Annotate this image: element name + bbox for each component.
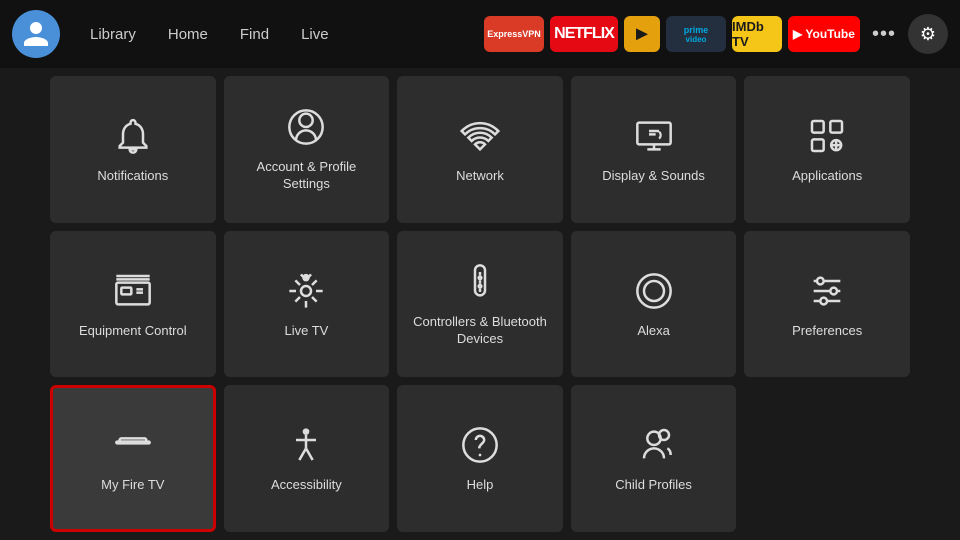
child-profiles-icon	[632, 423, 676, 467]
grid-item-child-profiles[interactable]: Child Profiles	[571, 385, 737, 532]
live-tv-label: Live TV	[284, 323, 328, 340]
live-tv-icon	[284, 269, 328, 313]
youtube-icon[interactable]: ▶ YouTube	[788, 16, 860, 52]
imdb-icon[interactable]: IMDb TV	[732, 16, 782, 52]
help-icon	[458, 423, 502, 467]
help-label: Help	[467, 477, 494, 494]
my-fire-tv-icon	[111, 423, 155, 467]
grid-item-network[interactable]: Network	[397, 76, 563, 223]
notifications-icon	[111, 114, 155, 158]
equipment-control-label: Equipment Control	[79, 323, 187, 340]
more-button[interactable]: •••	[866, 16, 902, 52]
controllers-bluetooth-icon	[458, 260, 502, 304]
controllers-bluetooth-label: Controllers & Bluetooth Devices	[407, 314, 553, 348]
nav-find[interactable]: Find	[226, 20, 283, 49]
grid-item-alexa[interactable]: Alexa	[571, 231, 737, 378]
grid-item-applications[interactable]: Applications	[744, 76, 910, 223]
grid-item-my-fire-tv[interactable]: My Fire TV	[50, 385, 216, 532]
avatar[interactable]	[12, 10, 60, 58]
preferences-icon	[805, 269, 849, 313]
grid-item-accessibility[interactable]: Accessibility	[224, 385, 390, 532]
nav-bar: Library Home Find Live ExpressVPN NETFLI…	[0, 0, 960, 68]
grid-item-preferences[interactable]: Preferences	[744, 231, 910, 378]
display-sounds-icon	[632, 114, 676, 158]
account-profile-icon	[284, 105, 328, 149]
applications-label: Applications	[792, 168, 862, 185]
accessibility-icon	[284, 423, 328, 467]
network-icon	[458, 114, 502, 158]
main-content: Notifications Account & Profile Settings…	[0, 68, 960, 540]
grid-item-controllers-bluetooth[interactable]: Controllers & Bluetooth Devices	[397, 231, 563, 378]
nav-links: Library Home Find Live	[76, 20, 343, 49]
preferences-label: Preferences	[792, 323, 862, 340]
grid-item-account-profile[interactable]: Account & Profile Settings	[224, 76, 390, 223]
display-sounds-label: Display & Sounds	[602, 168, 705, 185]
settings-grid: Notifications Account & Profile Settings…	[50, 76, 910, 532]
app-icons: ExpressVPN NETFLIX ► prime video IMDb TV…	[484, 14, 948, 54]
alexa-icon	[632, 269, 676, 313]
notifications-label: Notifications	[97, 168, 168, 185]
prime-video-icon[interactable]: prime video	[666, 16, 726, 52]
alexa-label: Alexa	[637, 323, 670, 340]
account-profile-label: Account & Profile Settings	[234, 159, 380, 193]
accessibility-label: Accessibility	[271, 477, 342, 494]
network-label: Network	[456, 168, 504, 185]
grid-item-live-tv[interactable]: Live TV	[224, 231, 390, 378]
plex-icon[interactable]: ►	[624, 16, 660, 52]
netflix-icon[interactable]: NETFLIX	[550, 16, 618, 52]
nav-live[interactable]: Live	[287, 20, 343, 49]
my-fire-tv-label: My Fire TV	[101, 477, 164, 494]
nav-home[interactable]: Home	[154, 20, 222, 49]
grid-item-equipment-control[interactable]: Equipment Control	[50, 231, 216, 378]
grid-item-display-sounds[interactable]: Display & Sounds	[571, 76, 737, 223]
grid-item-help[interactable]: Help	[397, 385, 563, 532]
nav-library[interactable]: Library	[76, 20, 150, 49]
grid-item-notifications[interactable]: Notifications	[50, 76, 216, 223]
settings-button[interactable]: ⚙	[908, 14, 948, 54]
grid-item-empty	[744, 385, 910, 532]
expressvpn-icon[interactable]: ExpressVPN	[484, 16, 544, 52]
equipment-control-icon	[111, 269, 155, 313]
child-profiles-label: Child Profiles	[615, 477, 692, 494]
applications-icon	[805, 114, 849, 158]
